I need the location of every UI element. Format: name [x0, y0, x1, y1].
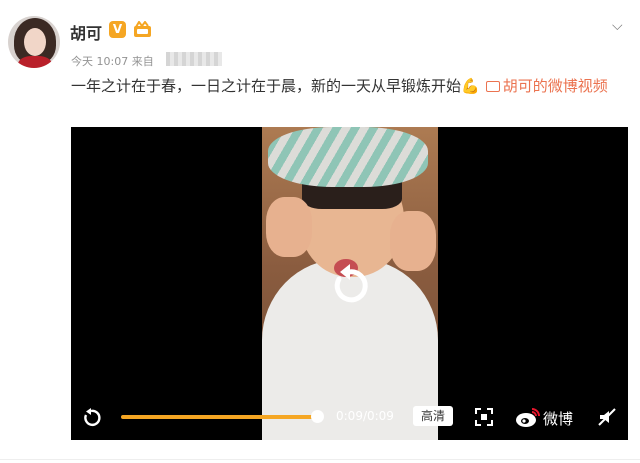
post-time[interactable]: 今天 10:07: [71, 55, 128, 68]
quality-button[interactable]: 高清: [413, 406, 453, 426]
fullscreen-icon[interactable]: [475, 408, 493, 426]
video-link[interactable]: 胡可的微博视频: [503, 77, 608, 95]
author-name[interactable]: 胡可: [70, 20, 102, 44]
video-link-icon[interactable]: [485, 81, 500, 92]
redacted-source: [166, 52, 222, 66]
avatar-face: [24, 28, 46, 56]
time-display: 0:09/0:09: [336, 409, 394, 423]
chevron-down-icon[interactable]: ⌵: [612, 18, 623, 34]
frame-hand-right: [390, 211, 436, 271]
post-meta: 今天 10:07 来自: [71, 53, 154, 69]
post-text: 一年之计在于春，一日之计在于晨，新的一天从早锻炼开始: [71, 77, 462, 95]
frame-hand-left: [266, 197, 312, 257]
weibo-brand-label: 微博: [543, 410, 574, 428]
post-text-block: 一年之计在于春，一日之计在于晨，新的一天从早锻炼开始💪 胡可的微博视频: [71, 74, 633, 99]
frame-headband: [268, 127, 428, 187]
control-replay-icon[interactable]: [81, 408, 101, 428]
mute-icon[interactable]: [598, 408, 616, 426]
weibo-logo-icon: [516, 408, 540, 427]
replay-icon[interactable]: [326, 263, 372, 309]
progress-knob[interactable]: [311, 410, 324, 423]
author-avatar[interactable]: [8, 16, 60, 68]
progress-bar[interactable]: [121, 415, 317, 419]
avatar-dress: [18, 56, 52, 68]
post-source-prefix: 来自: [131, 55, 154, 68]
video-player[interactable]: 0:09/0:09 高清 微博: [71, 127, 628, 440]
fan-badge-icon[interactable]: [133, 21, 152, 38]
flexed-arm-emoji: 💪: [461, 77, 480, 95]
divider: [0, 459, 640, 460]
verified-badge-icon[interactable]: V: [109, 21, 126, 38]
